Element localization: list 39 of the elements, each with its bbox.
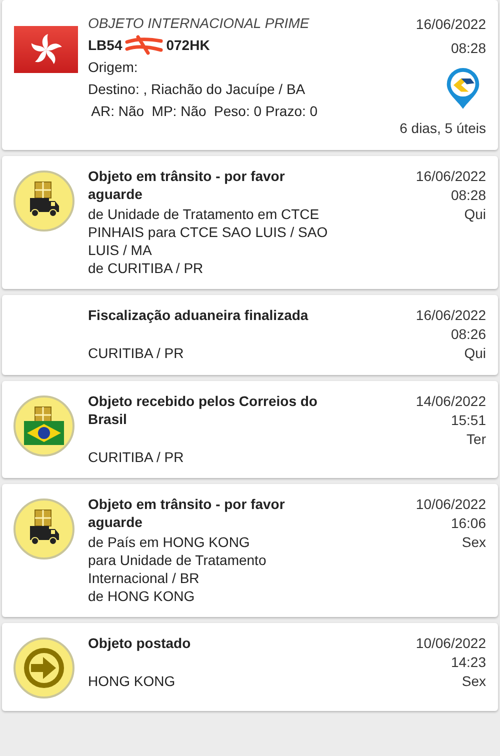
time-text: 08:28 bbox=[450, 39, 486, 58]
time-text: 08:28 bbox=[450, 186, 486, 205]
date-text: 10/06/2022 bbox=[416, 495, 486, 514]
truck-icon bbox=[13, 498, 75, 560]
time-text: 14:23 bbox=[450, 653, 486, 672]
tracking-code: 072HK bbox=[166, 36, 210, 55]
duration-text: 6 dias, 5 úteis bbox=[400, 119, 486, 138]
date-text: 16/06/2022 bbox=[416, 15, 486, 34]
date-text: 16/06/2022 bbox=[416, 167, 486, 186]
time-text: 15:51 bbox=[450, 411, 486, 430]
weekday-text: Ter bbox=[466, 430, 486, 449]
flag-icon bbox=[14, 26, 78, 73]
time-text: 16:06 bbox=[450, 514, 486, 533]
shipment-details: AR: Não MP: Não Peso: 0 Prazo: 0 bbox=[90, 102, 319, 121]
flag-package-icon bbox=[13, 395, 75, 457]
date-text: 16/06/2022 bbox=[416, 306, 486, 325]
event-location: CURITIBA / PR bbox=[88, 448, 185, 466]
event-location: de HONG KONG bbox=[88, 587, 196, 605]
event-title: Fiscalização aduaneira finalizada bbox=[88, 306, 310, 324]
map-pin-icon bbox=[444, 66, 482, 110]
origin-label: Origem: bbox=[88, 58, 139, 77]
date-text: 14/06/2022 bbox=[416, 392, 486, 411]
scribble-mark bbox=[124, 35, 164, 55]
event-location: de CURITIBA / PR bbox=[88, 259, 204, 277]
event-location: CURITIBA / PR bbox=[88, 344, 185, 362]
tracking-code: LB54 bbox=[88, 36, 122, 55]
event-title: Objeto recebido pelos Correios do Brasil bbox=[88, 392, 318, 428]
weekday-text: Qui bbox=[464, 205, 486, 224]
weekday-text: Sex bbox=[462, 672, 486, 691]
weekday-text: Sex bbox=[462, 533, 486, 552]
date-text: 10/06/2022 bbox=[416, 634, 486, 653]
time-text: 08:26 bbox=[450, 325, 486, 344]
truck-icon bbox=[13, 170, 75, 232]
destination-text: Destino: , Riachão do Jacuípe / BA bbox=[88, 80, 306, 99]
event-title: Objeto postado bbox=[88, 634, 192, 652]
event-location: HONG KONG bbox=[88, 672, 176, 690]
service-type: OBJETO INTERNACIONAL PRIME bbox=[88, 14, 310, 33]
weekday-text: Qui bbox=[464, 344, 486, 363]
event-detail: de País em HONG KONG bbox=[88, 533, 251, 551]
